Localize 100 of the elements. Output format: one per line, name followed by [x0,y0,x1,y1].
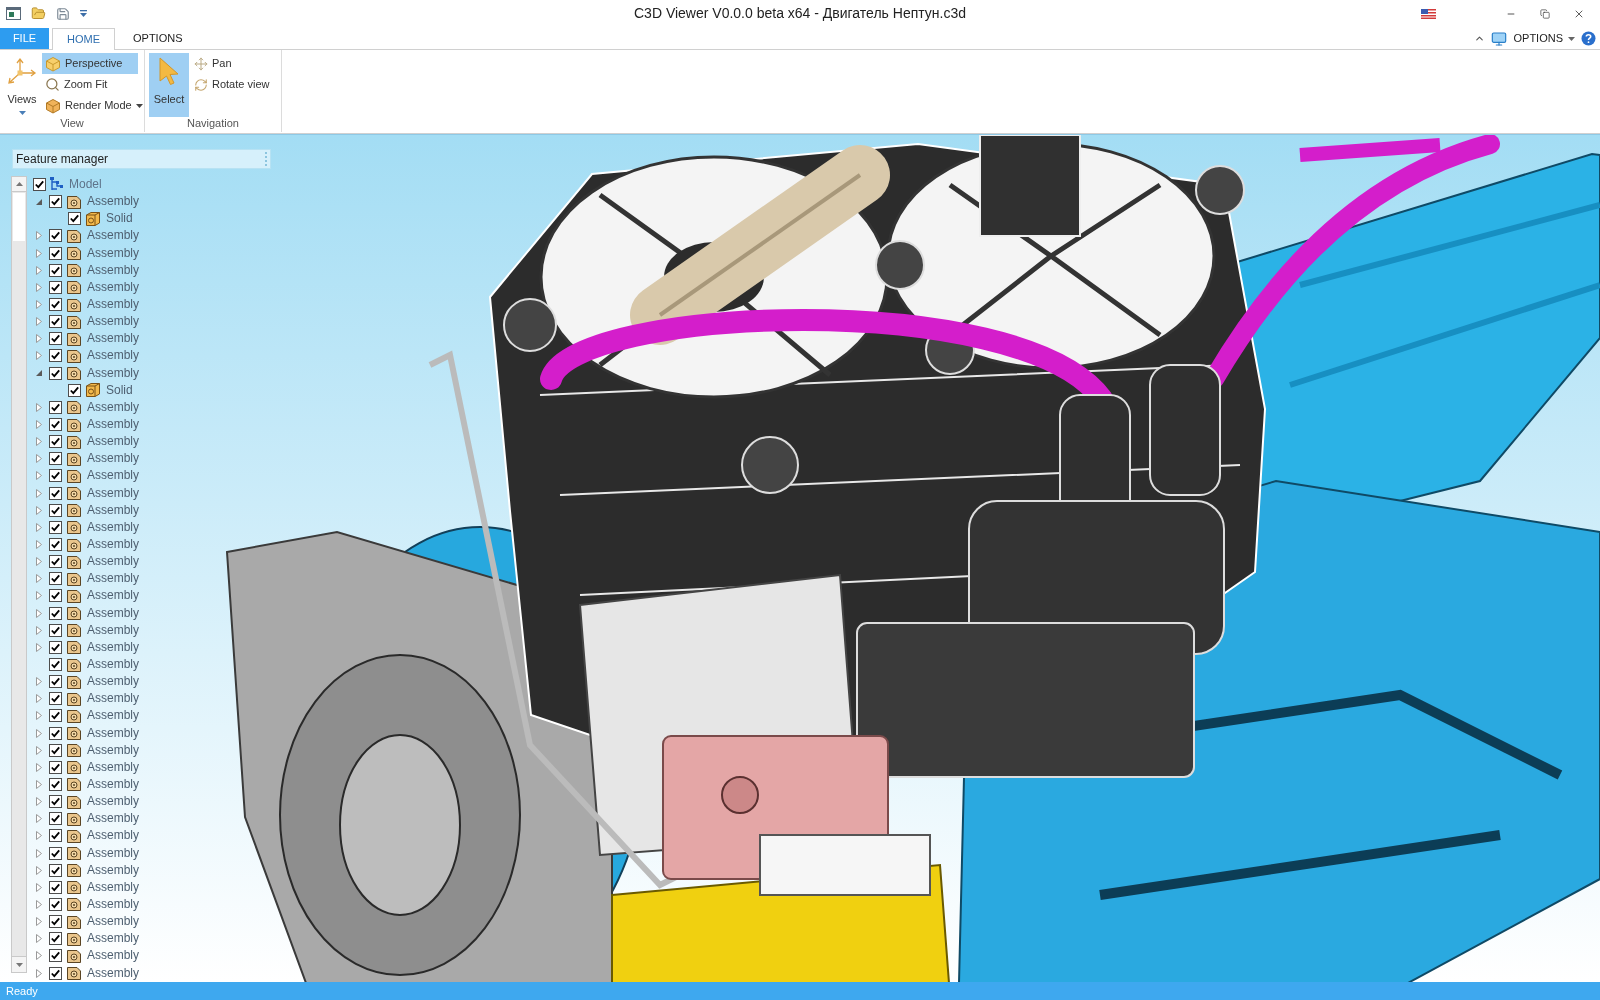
triangle-right-icon[interactable] [36,968,42,978]
tree-item-label[interactable]: Assembly [87,674,139,690]
tree-item-label[interactable]: Assembly [87,845,139,861]
tree-item-label[interactable]: Assembly [87,862,139,878]
ribbon-button[interactable]: Render Mode [42,95,145,116]
tree-item-label[interactable]: Assembly [87,451,139,467]
tree-item-label[interactable]: Assembly [87,948,139,964]
scroll-thumb[interactable] [13,193,25,241]
checkbox[interactable] [49,503,62,517]
checkbox[interactable] [49,246,62,260]
triangle-right-icon[interactable] [36,608,42,618]
triangle-right-icon[interactable] [36,402,42,412]
flag-icon[interactable] [1421,8,1436,19]
checkbox[interactable] [49,966,62,980]
triangle-right-icon[interactable] [36,694,42,704]
scroll-down-button[interactable] [12,956,26,972]
tree-item-label[interactable]: Assembly [87,794,139,810]
triangle-right-icon[interactable] [36,865,42,875]
tree-item-label[interactable]: Assembly [87,417,139,433]
checkbox[interactable] [49,709,62,723]
tree-item-label[interactable]: Model [69,177,102,193]
tree-item-label[interactable]: Assembly [87,742,139,758]
triangle-right-icon[interactable] [36,677,42,687]
tree-item-label[interactable]: Assembly [87,245,139,261]
triangle-right-icon[interactable] [36,831,42,841]
customize-button[interactable] [80,10,87,17]
checkbox[interactable] [49,863,62,877]
checkbox[interactable] [49,418,62,432]
open-button[interactable] [31,6,46,21]
monitor-icon[interactable] [1491,30,1508,47]
checkbox[interactable] [49,915,62,929]
triangle-right-icon[interactable] [36,420,42,430]
tree-item-label[interactable]: Assembly [87,502,139,518]
tree-item-label[interactable]: Assembly [87,228,139,244]
triangle-right-icon[interactable] [36,248,42,258]
checkbox[interactable] [49,778,62,791]
triangle-right-icon[interactable] [36,951,42,961]
checkbox[interactable] [49,795,62,809]
triangle-down-icon[interactable] [36,370,42,377]
checkbox[interactable] [49,726,62,740]
triangle-right-icon[interactable] [36,488,42,498]
checkbox[interactable] [49,366,62,380]
tree-item-label[interactable]: Assembly [87,725,139,741]
triangle-right-icon[interactable] [36,505,42,515]
checkbox[interactable] [49,315,62,329]
tree-item-label[interactable]: Assembly [87,914,139,930]
triangle-right-icon[interactable] [36,540,42,549]
triangle-right-icon[interactable] [36,745,42,755]
tree-item-label[interactable]: Assembly [87,485,139,501]
ribbon-button[interactable]: Zoom Fit [42,74,110,95]
help-button[interactable] [1581,31,1596,46]
triangle-right-icon[interactable] [36,591,42,601]
tree-item-label[interactable]: Assembly [87,811,139,827]
tree-item-label[interactable]: Assembly [87,331,139,347]
triangle-right-icon[interactable] [36,848,42,858]
scroll-up-button[interactable] [12,177,26,192]
tree-item-label[interactable]: Assembly [87,537,139,552]
tree-item-label[interactable]: Assembly [87,639,139,655]
checkbox[interactable] [49,349,62,363]
checkbox[interactable] [49,675,62,689]
ribbon-large-button[interactable]: Select [149,53,189,117]
triangle-right-icon[interactable] [36,454,42,464]
checkbox[interactable] [49,692,62,706]
triangle-right-icon[interactable] [36,437,42,447]
checkbox[interactable] [49,486,62,500]
checkbox[interactable] [49,452,62,466]
triangle-right-icon[interactable] [36,557,42,567]
checkbox[interactable] [49,263,62,277]
tree-item-label[interactable]: Assembly [87,708,139,724]
triangle-right-icon[interactable] [36,899,42,909]
checkbox[interactable] [49,829,62,843]
checkbox[interactable] [49,195,62,209]
options-menu[interactable]: OPTIONS [1513,30,1575,47]
tree-item-label[interactable]: Assembly [87,691,139,707]
checkbox[interactable] [49,760,62,774]
triangle-right-icon[interactable] [36,625,42,635]
checkbox[interactable] [33,178,46,192]
tree-item-label[interactable]: Assembly [87,931,139,947]
checkbox[interactable] [49,298,62,312]
checkbox[interactable] [49,606,62,620]
tree-item-label[interactable]: Assembly [87,194,139,210]
tree-item-label[interactable]: Assembly [87,777,139,792]
triangle-right-icon[interactable] [36,574,42,584]
tree-item-label[interactable]: Assembly [87,759,139,775]
triangle-right-icon[interactable] [36,471,42,481]
checkbox[interactable] [49,555,62,569]
checkbox[interactable] [49,897,62,911]
tree-item-label[interactable]: Assembly [87,879,139,895]
triangle-right-icon[interactable] [36,300,42,310]
checkbox[interactable] [49,229,62,243]
triangle-right-icon[interactable] [36,780,42,789]
ribbon-tab[interactable]: HOME [52,28,115,50]
ribbon-button[interactable]: Perspective [42,53,138,74]
checkbox[interactable] [49,949,62,963]
checkbox[interactable] [49,400,62,414]
triangle-right-icon[interactable] [36,934,42,944]
checkbox[interactable] [49,812,62,826]
tree-item-label[interactable]: Solid [106,211,133,227]
triangle-right-icon[interactable] [36,917,42,927]
tree-item-label[interactable]: Assembly [87,554,139,570]
